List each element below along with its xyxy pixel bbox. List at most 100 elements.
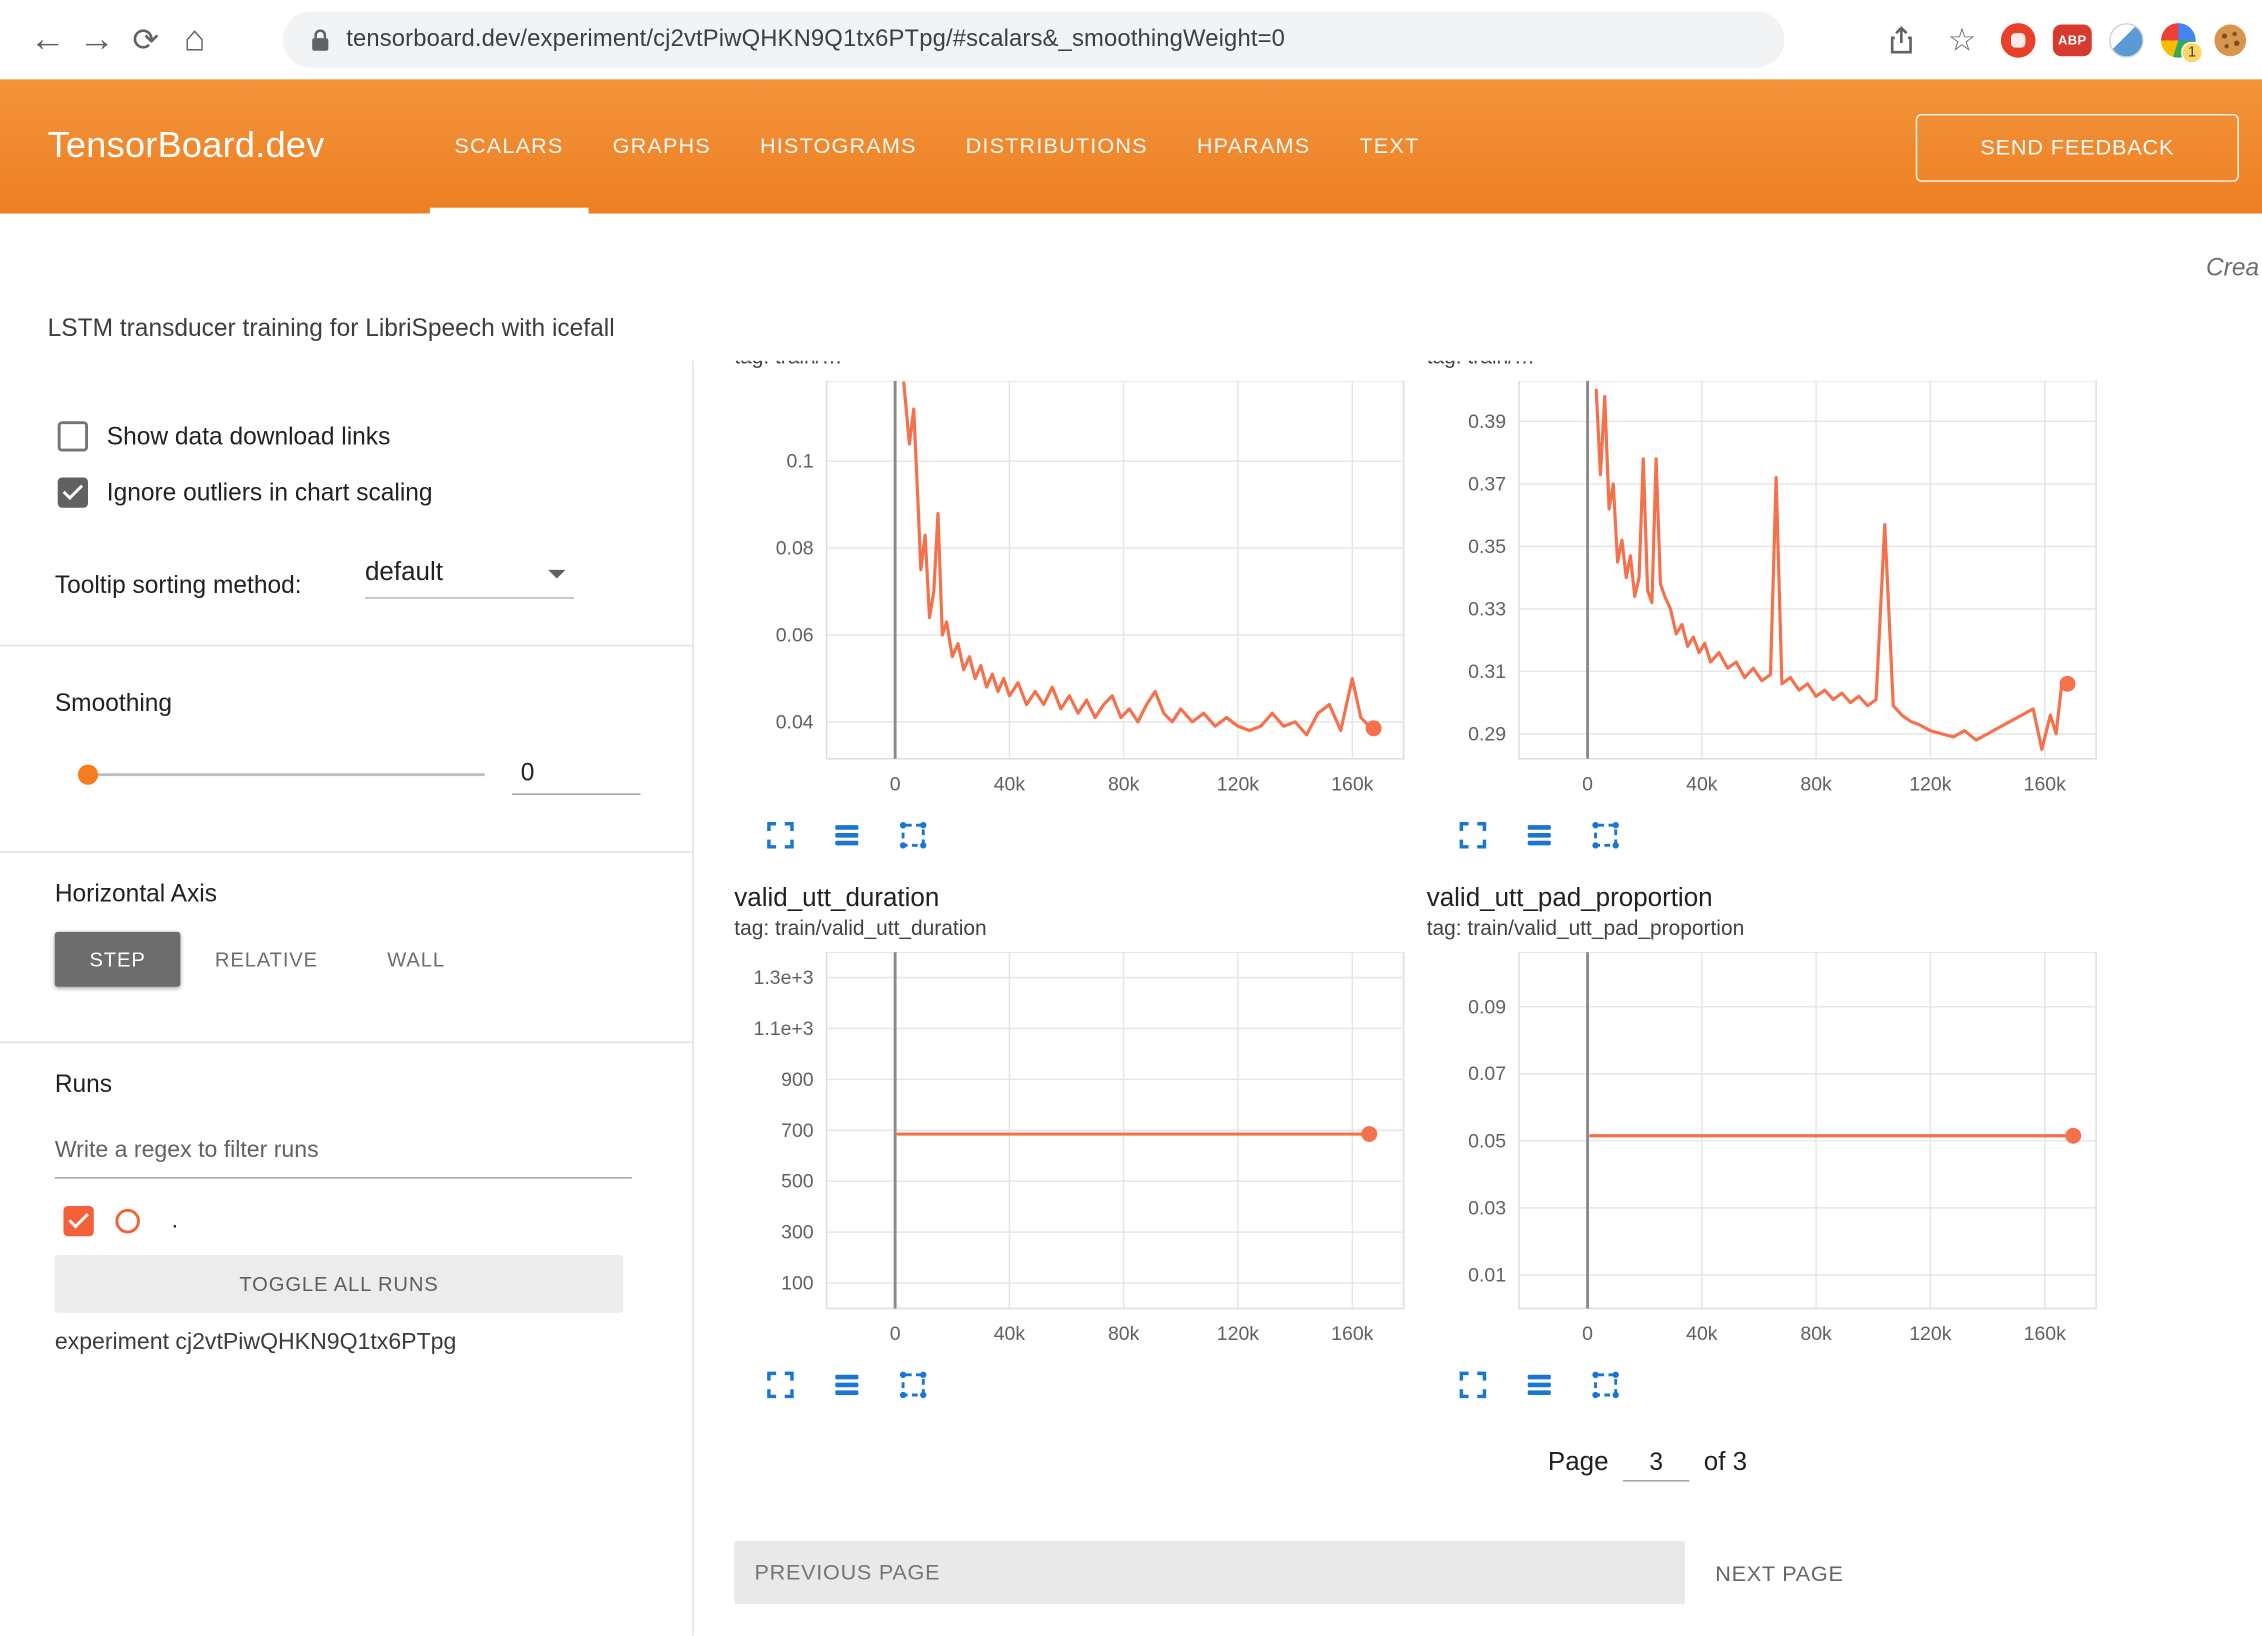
chart-title: valid_utt_duration [734,880,1412,915]
svg-text:500: 500 [781,1171,814,1193]
address-bar[interactable]: tensorboard.dev/experiment/cj2vtPiwQHKN9… [283,12,1785,68]
share-icon[interactable] [1880,18,1923,61]
pie-extension-icon[interactable]: 1 [2161,22,2196,57]
home-icon[interactable]: ⌂ [170,19,219,61]
svg-text:40k: 40k [994,774,1026,796]
fit-domain-icon[interactable] [1588,1368,1623,1403]
show-download-links-row: Show data download links [58,421,391,451]
app-logo[interactable]: TensorBoard.dev [48,79,325,213]
svg-text:0: 0 [890,1323,901,1345]
pagination: Page of 3 [1548,1445,1747,1481]
expand-icon[interactable] [1456,818,1491,853]
line-chart[interactable]: 040k80k120k160k1.3e+31.1e+39007005003001… [734,952,1412,1359]
line-chart[interactable]: 040k80k120k160k0.390.370.350.330.310.29 [1427,381,2105,809]
smoothing-slider-thumb[interactable] [78,765,98,785]
chart-tag: tag: train/valid_utt_duration [734,915,1412,944]
abp-extension-icon[interactable]: ABP [2053,24,2092,56]
horizontal-axis-label: Horizontal Axis [55,880,217,909]
expand-icon[interactable] [763,1368,798,1403]
settings-sidebar: Show data download links Ignore outliers… [0,361,694,1636]
tab-hparams[interactable]: HPARAMS [1172,79,1335,213]
chart-card: valid_utt_duration tag: train/valid_utt_… [734,880,1412,1402]
toggle-all-runs-button[interactable]: TOGGLE ALL RUNS [55,1255,623,1313]
svg-text:0.33: 0.33 [1468,598,1506,620]
list-icon[interactable] [1522,1368,1557,1403]
line-chart[interactable]: 040k80k120k160k0.090.070.050.030.01 [1427,952,2105,1359]
url-text[interactable]: tensorboard.dev/experiment/cj2vtPiwQHKN9… [346,26,1285,53]
axis-step-button[interactable]: STEP [55,932,180,987]
bookmark-star-icon[interactable]: ☆ [1940,18,1983,61]
send-feedback-button[interactable]: SEND FEEDBACK [1916,114,2239,182]
expand-icon[interactable] [763,818,798,853]
svg-text:160k: 160k [1331,774,1373,796]
cookie-icon[interactable] [2213,22,2248,57]
back-icon[interactable]: ← [23,19,72,61]
svg-text:100: 100 [781,1273,814,1295]
svg-text:80k: 80k [1800,774,1832,796]
chart-card: valid_utt_pad_proportion tag: train/vali… [1427,880,2105,1402]
tooltip-sorting-value: default [365,557,443,586]
experiment-id-label: experiment cj2vtPiwQHKN9Q1tx6PTpg [55,1330,457,1356]
svg-text:80k: 80k [1800,1323,1832,1345]
experiment-toolbar: Crea LSTM transducer training for LibriS… [0,214,2262,361]
line-chart[interactable]: 040k80k120k160k0.040.060.080.1 [734,381,1412,809]
svg-text:0.37: 0.37 [1468,473,1506,495]
ignore-outliers-checkbox[interactable] [58,478,88,508]
smoothing-value-input[interactable] [512,753,640,795]
expand-icon[interactable] [1456,1368,1491,1403]
fit-domain-icon[interactable] [896,818,931,853]
axis-relative-button[interactable]: RELATIVE [180,932,352,987]
next-page-button[interactable]: NEXT PAGE [1715,1546,1843,1604]
list-icon[interactable] [829,1368,864,1403]
list-icon[interactable] [829,818,864,853]
adblock-extension-icon[interactable] [2001,22,2036,57]
svg-text:900: 900 [781,1069,814,1091]
experiment-description: LSTM transducer training for LibriSpeech… [48,314,615,343]
chart-card: tag: train/… 040k80k120k160k0.040.060.08… [734,361,1412,853]
svg-text:0: 0 [890,774,901,796]
browser-actions: ☆ ABP 1 [1880,0,2248,79]
svg-text:160k: 160k [2024,1323,2066,1345]
show-download-links-checkbox[interactable] [58,421,88,451]
fit-domain-icon[interactable] [896,1368,931,1403]
reload-icon[interactable]: ⟳ [121,21,170,59]
forward-icon[interactable]: → [72,19,121,61]
svg-text:160k: 160k [1331,1323,1373,1345]
svg-text:40k: 40k [1686,1323,1718,1345]
previous-page-button[interactable]: PREVIOUS PAGE [734,1541,1685,1604]
tab-scalars[interactable]: SCALARS [430,79,588,213]
app-header: TensorBoard.dev SCALARS GRAPHS HISTOGRAM… [0,79,2262,213]
run-color-swatch[interactable] [115,1209,140,1234]
svg-text:0.08: 0.08 [776,538,814,560]
tab-distributions[interactable]: DISTRIBUTIONS [941,79,1172,213]
tab-text[interactable]: TEXT [1335,79,1444,213]
horizontal-axis-buttons: STEP RELATIVE WALL [55,932,480,987]
chart-title: valid_utt_pad_proportion [1427,880,2105,915]
ball-extension-icon[interactable] [2109,22,2144,57]
run-checkbox[interactable] [63,1206,93,1236]
svg-text:1.1e+3: 1.1e+3 [754,1018,814,1040]
tab-histograms[interactable]: HISTOGRAMS [735,79,941,213]
runs-regex-input[interactable] [55,1125,632,1178]
padlock-icon[interactable] [309,27,332,53]
svg-text:120k: 120k [1217,774,1259,796]
svg-text:120k: 120k [1217,1323,1259,1345]
smoothing-label: Smoothing [55,690,172,719]
tab-graphs[interactable]: GRAPHS [588,79,735,213]
tooltip-sorting-dropdown[interactable]: default [365,557,574,599]
chart-actions [1427,1368,2105,1403]
axis-wall-button[interactable]: WALL [353,932,480,987]
ignore-outliers-row: Ignore outliers in chart scaling [58,478,433,508]
smoothing-slider-track[interactable] [88,773,485,776]
svg-text:0.29: 0.29 [1468,723,1506,745]
svg-text:700: 700 [781,1120,814,1142]
list-icon[interactable] [1522,818,1557,853]
chart-card: tag: train/… 040k80k120k160k0.390.370.35… [1427,361,2105,853]
page-number-input[interactable] [1623,1445,1689,1481]
svg-text:40k: 40k [1686,774,1718,796]
run-name-label: . [172,1208,178,1234]
chart-actions [734,818,1412,853]
svg-text:160k: 160k [2024,774,2066,796]
fit-domain-icon[interactable] [1588,818,1623,853]
chart-actions [734,1368,1412,1403]
